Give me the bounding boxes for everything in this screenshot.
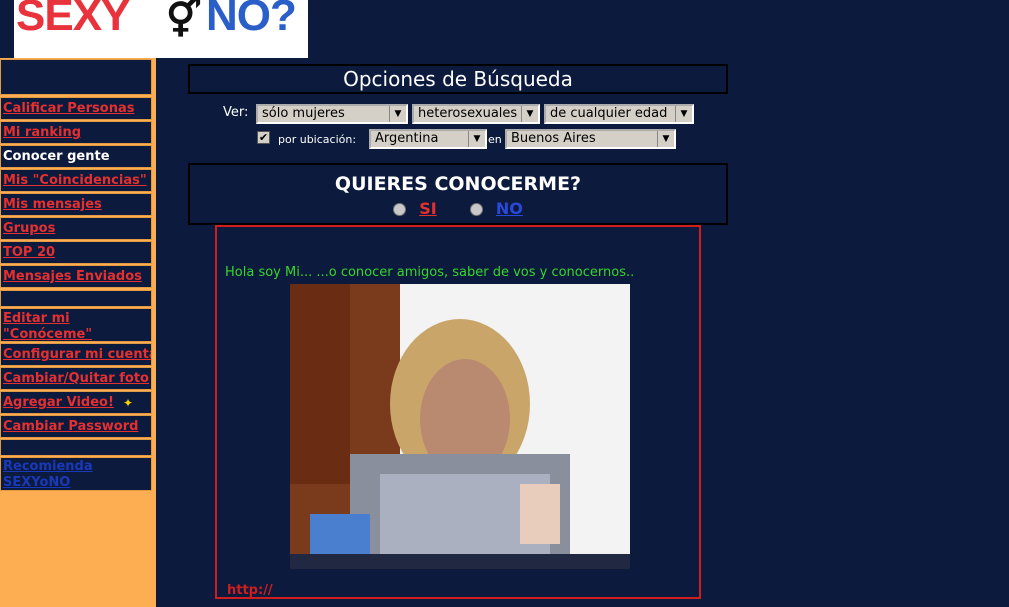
logo-text-no: NO? — [206, 0, 297, 40]
sidebar-item-editar[interactable]: Editar mi "Conóceme" — [0, 308, 152, 342]
age-select-value: de cualquier edad — [550, 106, 668, 121]
sidebar-spacer — [0, 439, 152, 456]
sidebar-spacer — [0, 59, 152, 95]
orientation-select-value: heterosexuales — [418, 106, 518, 121]
sidebar-item-label[interactable]: Configurar mi cuenta — [1, 347, 151, 363]
profile-intro-text: Hola soy Mi... ...o conocer amigos, sabe… — [225, 265, 635, 280]
sidebar-item-label: Conocer gente — [3, 149, 110, 164]
yes-radio[interactable] — [393, 203, 407, 216]
sidebar-item-label[interactable]: "Conóceme" — [1, 327, 151, 343]
country-select-value: Argentina — [375, 131, 439, 146]
sidebar-item-conocer: Conocer gente — [0, 145, 152, 168]
profile-photo[interactable] — [290, 284, 630, 569]
sidebar-item-label[interactable]: Grupos — [1, 221, 151, 237]
gender-symbol-icon: ⚥ — [166, 0, 202, 40]
no-radio[interactable] — [469, 203, 483, 216]
country-select[interactable]: Argentina ▼ — [369, 129, 487, 149]
profile-card: Hola soy Mi... ...o conocer amigos, sabe… — [215, 225, 701, 599]
search-title: Opciones de Búsqueda — [343, 67, 573, 91]
sidebar-item-ranking[interactable]: Mi ranking — [0, 121, 152, 144]
sidebar-item-label[interactable]: Cambiar/Quitar foto — [1, 371, 151, 387]
sidebar-item-label[interactable]: Mi ranking — [1, 125, 151, 141]
no-link[interactable]: NO — [496, 199, 523, 218]
chevron-down-icon: ▼ — [389, 106, 406, 122]
sidebar-item-calificar[interactable]: Calificar Personas — [0, 97, 152, 120]
sidebar-item-label[interactable]: Editar mi — [1, 311, 151, 327]
sidebar-item-video[interactable]: Agregar Video! ✦ — [0, 391, 152, 414]
sidebar-item-label[interactable]: TOP 20 — [1, 245, 151, 261]
location-label: por ubicación: — [278, 133, 357, 146]
new-badge-icon: ✦ — [122, 396, 134, 410]
sidebar-item-label[interactable]: Mis mensajes — [1, 197, 151, 213]
sidebar-item-label[interactable]: Agregar Video! — [1, 395, 116, 411]
search-options-header: Opciones de Búsqueda — [188, 64, 728, 94]
chevron-down-icon: ▼ — [521, 106, 538, 122]
recommend-link-site[interactable]: SEXYoNO — [1, 475, 151, 491]
sidebar-spacer — [0, 290, 152, 307]
sidebar-item-coincidencias[interactable]: Mis "Coincidencias" — [0, 169, 152, 192]
sidebar-item-recomienda[interactable]: Recomienda SEXYoNO — [0, 457, 152, 491]
orientation-select[interactable]: heterosexuales ▼ — [412, 104, 540, 124]
meet-title: QUIERES CONOCERME? — [334, 173, 582, 195]
chevron-down-icon: ▼ — [675, 106, 692, 122]
pixelated-photo — [290, 284, 630, 569]
city-select[interactable]: Buenos Aires ▼ — [505, 129, 676, 149]
gender-select[interactable]: sólo mujeres ▼ — [256, 104, 408, 124]
sidebar-item-mensajes[interactable]: Mis mensajes — [0, 193, 152, 216]
chevron-down-icon: ▼ — [468, 131, 485, 147]
sidebar-item-label[interactable]: Calificar Personas — [1, 101, 151, 117]
recommend-link[interactable]: Recomienda — [1, 459, 151, 475]
age-select[interactable]: de cualquier edad ▼ — [544, 104, 694, 124]
gender-select-value: sólo mujeres — [262, 106, 345, 121]
profile-url[interactable]: http:// — [227, 583, 273, 598]
site-logo[interactable]: SEXY ⚥ NO? — [14, 0, 308, 58]
city-select-value: Buenos Aires — [511, 131, 596, 146]
logo-text-sexy: SEXY — [16, 0, 130, 40]
en-label: en — [488, 133, 502, 146]
meet-question-box: QUIERES CONOCERME? SI NO — [188, 163, 728, 225]
sidebar-item-label[interactable]: Cambiar Password — [1, 419, 151, 435]
ver-label: Ver: — [223, 105, 249, 120]
sidebar-item-grupos[interactable]: Grupos — [0, 217, 152, 240]
sidebar-item-label[interactable]: Mensajes Enviados — [1, 269, 151, 285]
sidebar: Calificar Personas Mi ranking Conocer ge… — [0, 58, 156, 607]
sidebar-item-top20[interactable]: TOP 20 — [0, 241, 152, 264]
sidebar-item-password[interactable]: Cambiar Password — [0, 415, 152, 438]
chevron-down-icon: ▼ — [657, 131, 674, 147]
sidebar-item-label[interactable]: Mis "Coincidencias" — [1, 173, 151, 189]
location-checkbox[interactable]: ✔ — [257, 131, 270, 144]
sidebar-item-foto[interactable]: Cambiar/Quitar foto — [0, 367, 152, 390]
yes-link[interactable]: SI — [419, 199, 436, 218]
sidebar-item-configurar[interactable]: Configurar mi cuenta — [0, 343, 152, 366]
sidebar-item-enviados[interactable]: Mensajes Enviados — [0, 265, 152, 288]
